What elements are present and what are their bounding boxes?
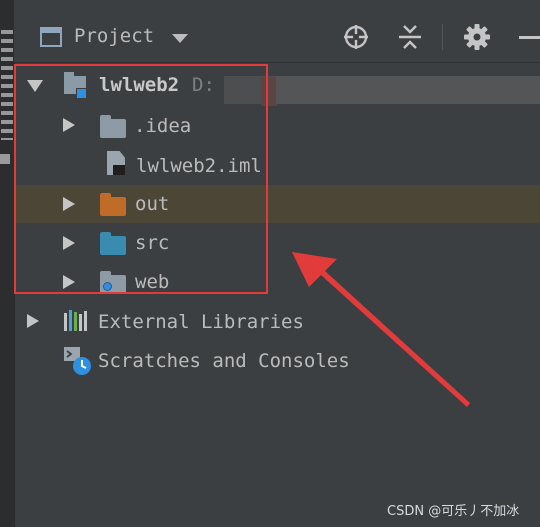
ide-window: Project lwlweb2 D: .idea lwlweb2.iml out… (0, 0, 540, 527)
watermark: CSDN @可乐丿不加冰 (387, 504, 520, 519)
annotation-arrow (292, 252, 470, 407)
